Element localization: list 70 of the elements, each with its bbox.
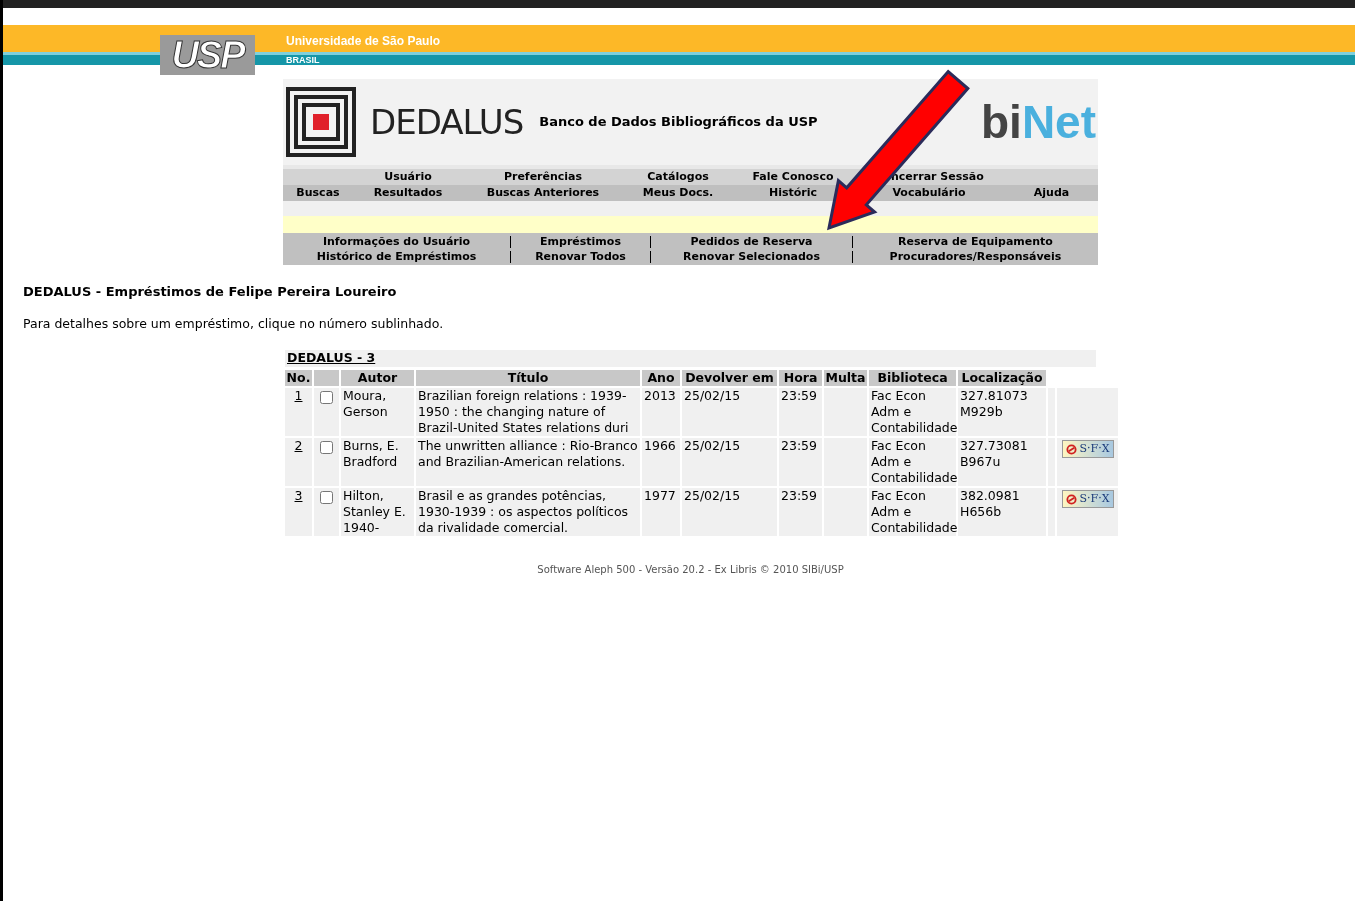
table-cell: 327.73081 B967u — [958, 438, 1046, 487]
table-cell: 23:59 — [779, 438, 822, 487]
submenu-link[interactable]: Informações do Usuário — [283, 234, 510, 251]
column-header: Título — [416, 370, 640, 387]
menu-link[interactable]: Catálogos — [647, 169, 709, 186]
menu-link[interactable]: Resultados — [373, 185, 443, 202]
menu-link[interactable]: Históric — [768, 185, 818, 202]
table-cell: 23:59 — [779, 388, 822, 437]
table-cell: Brazilian foreign relations : 1939-1950 : the changing nature of Brazil-United States relations duri — [416, 388, 640, 437]
table-cell: The unwritten alliance : Rio-Branco and Brazilian-American relations. — [416, 438, 640, 487]
table-cell: 327.81073 M929b — [958, 388, 1046, 437]
instructions-text: Para detalhes sobre um empréstimo, clique no número sublinhado. — [23, 314, 445, 333]
table-cell: 25/02/15 — [682, 488, 777, 537]
loan-number-link[interactable]: 1 — [294, 388, 303, 404]
menu-link[interactable]: Preferências — [503, 169, 583, 186]
table-cell: Fac Econ Adm e Contabilidade — [869, 488, 956, 537]
table-cell: Moura, Gerson — [341, 388, 414, 437]
sibinet-logo-text: biNet — [981, 99, 1096, 145]
table-cell: 1977 — [642, 488, 680, 537]
submenu-link[interactable]: Renovar Todos — [511, 249, 650, 266]
column-header — [314, 370, 339, 387]
database-subtitle: Banco de Dados Bibliográficos da USP — [539, 113, 818, 132]
table-cell: 382.0981 H656b — [958, 488, 1046, 537]
menu-link[interactable]: Fale Conosco — [752, 169, 834, 186]
column-header: Devolver em — [682, 370, 777, 387]
table-cell: 1966 — [642, 438, 680, 487]
column-header: Biblioteca — [869, 370, 956, 387]
menu-link[interactable]: Ajuda — [1033, 185, 1070, 202]
column-header: Hora — [779, 370, 822, 387]
table-cell: 25/02/15 — [682, 388, 777, 437]
row-checkbox[interactable] — [320, 391, 333, 405]
row-checkbox[interactable] — [320, 491, 333, 505]
table-cell: Brasil e as grandes potências, 1930-1939 : os aspectos políticos da rivalidade comercial. — [416, 488, 640, 537]
menu-link[interactable]: Meus Docs. — [642, 185, 714, 202]
submenu-link[interactable]: Empréstimos — [511, 234, 650, 251]
submenu-link[interactable]: Histórico de Empréstimos — [283, 249, 510, 266]
table-cell: 2013 — [642, 388, 680, 437]
page-title: DEDALUS - Empréstimos de Felipe Pereira Loureiro — [23, 283, 398, 301]
footer-text: Software Aleph 500 - Versão 20.2 - Ex Libris © 2010 SIBi/USP — [536, 563, 845, 578]
table-cell: Burns, E. Bradford — [341, 438, 414, 487]
table-cell: 23:59 — [779, 488, 822, 537]
table-cell: Fac Econ Adm e Contabilidade — [869, 438, 956, 487]
submenu-link[interactable]: Pedidos de Reserva — [651, 234, 852, 251]
menu-link[interactable]: Buscas Anteriores — [486, 185, 600, 202]
submenu-link[interactable]: Reserva de Equipamento — [853, 234, 1098, 251]
loan-number-link[interactable]: 2 — [294, 438, 303, 454]
column-header: No. — [285, 370, 312, 387]
menu-link[interactable]: ncerrar Sessão — [891, 169, 984, 186]
table-cell: Hilton, Stanley E. 1940- — [341, 488, 414, 537]
menu-link[interactable]: Vocabulário — [892, 185, 966, 202]
table-cell: 25/02/15 — [682, 438, 777, 487]
column-header: Localização — [958, 370, 1046, 387]
submenu-link[interactable]: Renovar Selecionados — [651, 249, 852, 266]
table-cell: Fac Econ Adm e Contabilidade — [869, 388, 956, 437]
university-name: Universidade de São Paulo — [286, 35, 441, 47]
column-header: Autor — [341, 370, 414, 387]
menu-link[interactable]: Usuário — [384, 169, 432, 186]
table-caption: DEDALUS - 3 — [287, 349, 376, 368]
loan-number-link[interactable]: 3 — [294, 488, 303, 504]
sfx-button[interactable]: S·F·X — [1061, 440, 1114, 459]
sfx-button[interactable]: S·F·X — [1061, 490, 1114, 509]
column-header: Ano — [642, 370, 680, 387]
menu-link[interactable]: Buscas — [296, 185, 340, 202]
usp-logo: USP — [160, 35, 255, 75]
submenu-link[interactable]: Procuradores/Responsáveis — [853, 249, 1098, 266]
country-label: BRASIL — [286, 55, 320, 65]
dedalus-logo-text: DEDALUS — [370, 102, 524, 142]
column-header: Multa — [824, 370, 867, 387]
row-checkbox[interactable] — [320, 441, 333, 455]
maze-logo-icon — [286, 87, 356, 157]
